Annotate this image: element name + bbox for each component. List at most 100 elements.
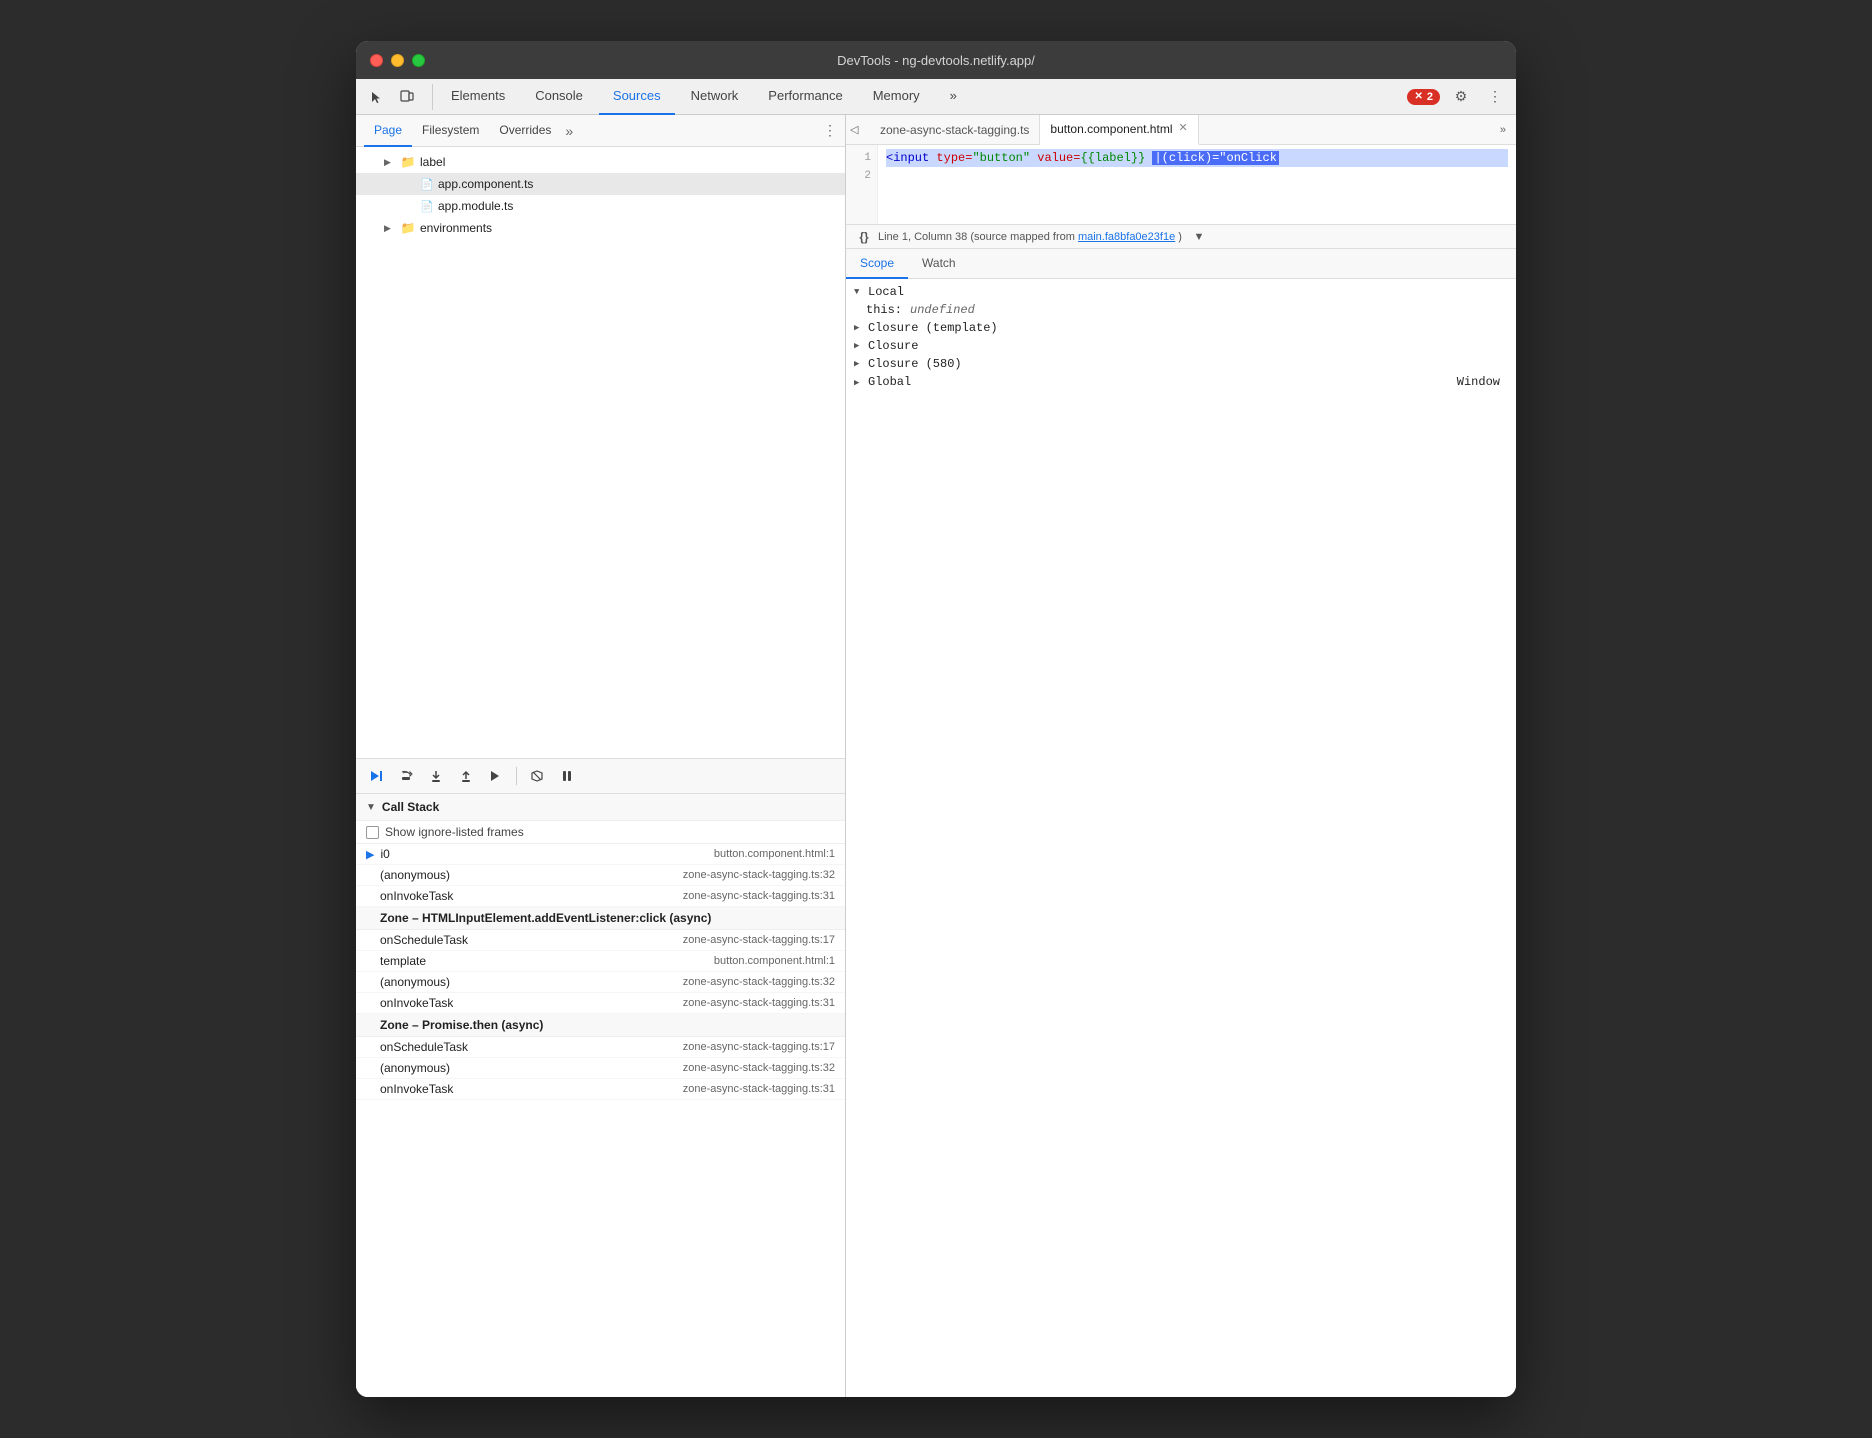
file-icon: 📄: [420, 198, 434, 214]
code-tag-input: <input: [886, 151, 929, 165]
tab-more[interactable]: »: [936, 79, 971, 115]
folder-icon: 📁: [400, 221, 416, 235]
stack-frame-onscheduletask-2[interactable]: onScheduleTask zone-async-stack-tagging.…: [356, 1037, 845, 1058]
frame-name-anon1: (anonymous): [380, 868, 683, 882]
callstack-title: Call Stack: [382, 800, 439, 814]
scope-closure-template[interactable]: ▶ Closure (template): [846, 319, 1516, 337]
ignore-frames-checkbox[interactable]: [366, 826, 379, 839]
stack-frame-oninvoketask-1[interactable]: onInvokeTask zone-async-stack-tagging.ts…: [356, 886, 845, 907]
subtab-page[interactable]: Page: [364, 115, 412, 147]
scope-closure-580-arrow: ▶: [854, 359, 864, 369]
more-options-button[interactable]: ⋮: [1482, 84, 1508, 110]
stack-frame-anonymous-3[interactable]: (anonymous) zone-async-stack-tagging.ts:…: [356, 1058, 845, 1079]
settings-button[interactable]: ⚙: [1448, 84, 1474, 110]
subtab-more-icon[interactable]: »: [565, 123, 573, 139]
frame-name-onschedule2: onScheduleTask: [380, 1040, 683, 1054]
tab-sources[interactable]: Sources: [599, 79, 675, 115]
tab-network[interactable]: Network: [677, 79, 753, 115]
top-toolbar: Elements Console Sources Network Perform…: [356, 79, 1516, 115]
scope-global[interactable]: ▶ Global Window: [846, 373, 1516, 391]
step-out-button[interactable]: [454, 764, 478, 788]
frame-location-onschedule2: zone-async-stack-tagging.ts:17: [683, 1041, 835, 1053]
scope-this-item[interactable]: this: undefined: [846, 301, 1516, 319]
devtools-body: Elements Console Sources Network Perform…: [356, 79, 1516, 1397]
format-button[interactable]: {}: [854, 227, 874, 247]
folder-collapse-arrow: ▶: [384, 157, 396, 168]
editor-tab-back-icon[interactable]: ◁: [850, 123, 870, 136]
status-line-col: Line 1, Column 38: [878, 231, 967, 243]
scope-local-arrow: ▼: [854, 287, 864, 297]
editor-tab-more-icon[interactable]: »: [1494, 124, 1512, 136]
pause-exceptions-button[interactable]: [555, 764, 579, 788]
folder-environments-label: environments: [420, 221, 492, 235]
fullscreen-button[interactable]: [412, 54, 425, 67]
ignore-frames-label: Show ignore-listed frames: [385, 825, 524, 839]
callstack-header[interactable]: ▼ Call Stack: [356, 794, 845, 821]
subtab-menu-icon[interactable]: ⋮: [823, 122, 837, 139]
tab-elements[interactable]: Elements: [437, 79, 519, 115]
editor-tabs: ◁ zone-async-stack-tagging.ts button.com…: [846, 115, 1516, 145]
tree-item-environments[interactable]: ▶ 📁 environments: [356, 217, 845, 239]
frame-name-template: template: [380, 954, 714, 968]
file-name-app-component: app.component.ts: [438, 177, 533, 191]
editor-tab-zone-async-label: zone-async-stack-tagging.ts: [880, 123, 1029, 137]
scope-closure-arrow: ▶: [854, 341, 864, 351]
frame-location-anon3: zone-async-stack-tagging.ts:32: [683, 1062, 835, 1074]
minimize-button[interactable]: [391, 54, 404, 67]
step-into-button[interactable]: [424, 764, 448, 788]
stack-frame-oninvoketask-3[interactable]: onInvokeTask zone-async-stack-tagging.ts…: [356, 1079, 845, 1100]
file-name-app-module: app.module.ts: [438, 199, 513, 213]
editor-tab-zone-async[interactable]: zone-async-stack-tagging.ts: [870, 115, 1040, 145]
status-source-mapped-text: (source mapped from: [970, 231, 1075, 243]
sources-subtabs: Page Filesystem Overrides » ⋮: [356, 115, 845, 147]
tree-item-app-component[interactable]: 📄 app.component.ts: [356, 173, 845, 195]
step-over-button[interactable]: [394, 764, 418, 788]
stack-frame-onscheduletask-1[interactable]: onScheduleTask zone-async-stack-tagging.…: [356, 930, 845, 951]
tab-memory[interactable]: Memory: [859, 79, 934, 115]
code-editor: 1 2 <input type="button" value={{label}}…: [846, 145, 1516, 225]
frame-location-oninvoke1: zone-async-stack-tagging.ts:31: [683, 890, 835, 902]
stack-frame-template[interactable]: template button.component.html:1: [356, 951, 845, 972]
status-bar: {} Line 1, Column 38 (source mapped from…: [846, 225, 1516, 249]
editor-tab-button-component[interactable]: button.component.html ✕: [1040, 115, 1198, 145]
stack-frame-anonymous-1[interactable]: (anonymous) zone-async-stack-tagging.ts:…: [356, 865, 845, 886]
step-button[interactable]: [484, 764, 508, 788]
scope-local-section[interactable]: ▼ Local: [846, 283, 1516, 301]
deactivate-breakpoints-button[interactable]: [525, 764, 549, 788]
scope-watch-tabs: Scope Watch: [846, 249, 1516, 279]
device-icon[interactable]: [394, 84, 420, 110]
subtab-filesystem[interactable]: Filesystem: [412, 115, 489, 147]
callstack-arrow: ▼: [366, 802, 376, 813]
titlebar: DevTools - ng-devtools.netlify.app/: [356, 41, 1516, 79]
error-badge[interactable]: ✕ 2: [1407, 89, 1440, 105]
scope-closure-580[interactable]: ▶ Closure (580): [846, 355, 1516, 373]
frame-location-oninvoke2: zone-async-stack-tagging.ts:31: [683, 997, 835, 1009]
code-area[interactable]: <input type="button" value={{label}} |(c…: [878, 145, 1516, 224]
tree-item-label-folder[interactable]: ▶ 📁 label: [356, 151, 845, 173]
frame-name-anon3: (anonymous): [380, 1061, 683, 1075]
tab-console[interactable]: Console: [521, 79, 597, 115]
tab-watch[interactable]: Watch: [908, 249, 970, 279]
frame-name-anon2: (anonymous): [380, 975, 683, 989]
scope-closure[interactable]: ▶ Closure: [846, 337, 1516, 355]
cursor-icon[interactable]: [364, 84, 390, 110]
stack-frame-i0[interactable]: ▶ i0 button.component.html:1: [356, 844, 845, 865]
tab-performance[interactable]: Performance: [754, 79, 856, 115]
frame-location-i0: button.component.html:1: [714, 848, 835, 860]
traffic-lights: [370, 54, 425, 67]
subtab-overrides[interactable]: Overrides: [489, 115, 561, 147]
scope-global-value: Window: [1457, 375, 1500, 389]
tab-scope[interactable]: Scope: [846, 249, 908, 279]
scope-watch-panel: Scope Watch ▼ Local this: undefined: [846, 249, 1516, 1397]
editor-tab-close-icon[interactable]: ✕: [1178, 123, 1187, 134]
toolbar-icons: [364, 84, 433, 110]
close-button[interactable]: [370, 54, 383, 67]
main-content: Page Filesystem Overrides » ⋮ ▶ 📁 label: [356, 115, 1516, 1397]
status-settings-button[interactable]: ▼: [1190, 228, 1208, 246]
stack-frame-oninvoketask-2[interactable]: onInvokeTask zone-async-stack-tagging.ts…: [356, 993, 845, 1014]
stack-frame-anonymous-2[interactable]: (anonymous) zone-async-stack-tagging.ts:…: [356, 972, 845, 993]
scope-closure-label: Closure: [868, 339, 918, 353]
resume-button[interactable]: [364, 764, 388, 788]
tree-item-app-module[interactable]: 📄 app.module.ts: [356, 195, 845, 217]
source-mapped-link[interactable]: main.fa8bfa0e23f1e: [1078, 231, 1175, 243]
